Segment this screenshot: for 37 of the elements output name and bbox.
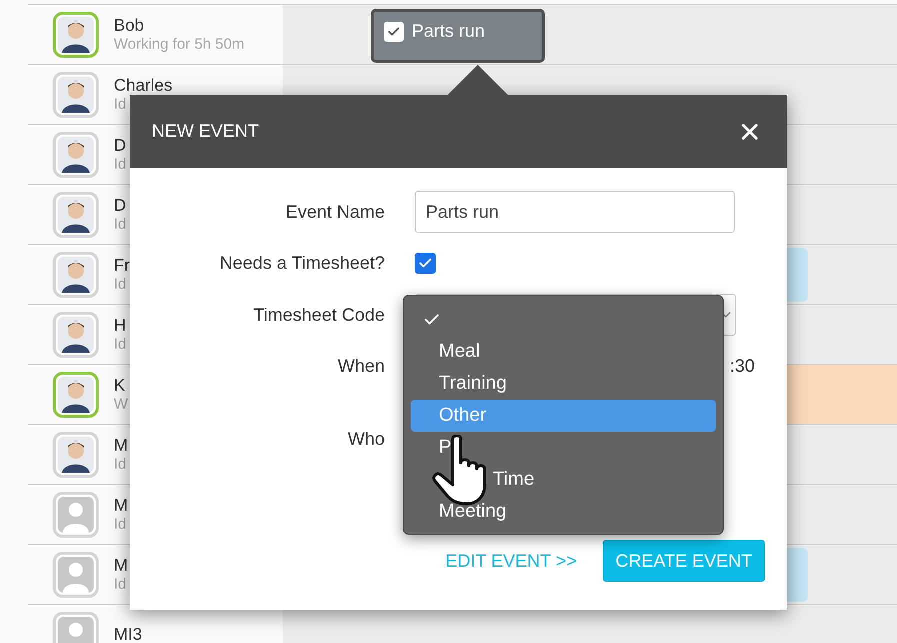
event-title: Parts run <box>412 21 486 42</box>
person-status: Id <box>114 516 128 533</box>
field-label: Needs a Timesheet? <box>218 252 385 274</box>
person-status: Id <box>114 456 128 473</box>
person-name: Bob <box>114 16 146 36</box>
field-label: Event Name <box>284 202 385 222</box>
person-name: M <box>114 496 128 516</box>
dropdown-option[interactable]: P <box>411 432 716 464</box>
person-status: Id <box>114 276 128 293</box>
person-name: D <box>114 136 127 156</box>
dropdown-option[interactable]: Meeting <box>411 496 716 528</box>
person-name: H <box>114 316 127 336</box>
field-label: Timesheet Code <box>252 304 385 326</box>
person-name: M <box>114 436 128 456</box>
person-status: Id <box>114 156 127 173</box>
dropdown-option[interactable]: Training <box>411 368 716 400</box>
person-status: Id <box>114 216 127 233</box>
person-name: Charles <box>114 76 173 96</box>
person-name: K <box>114 376 126 396</box>
person-name: Fr <box>114 256 130 276</box>
person-status: W <box>114 396 128 413</box>
person-status: Id <box>114 336 127 353</box>
dialog-title: NEW EVENT <box>152 121 260 142</box>
field-label: Who <box>346 428 385 450</box>
field-label: When <box>336 356 385 376</box>
person-name: MI3 <box>114 624 142 643</box>
person-name: M <box>114 556 128 576</box>
event-name-field[interactable]: Parts run <box>415 191 735 233</box>
person-status: Id <box>114 96 128 113</box>
dropdown-option[interactable]: Time <box>411 464 716 496</box>
person-status: Id <box>114 576 128 593</box>
dropdown-option[interactable]: Meal <box>411 336 716 368</box>
dropdown-option[interactable]: Other <box>411 400 716 432</box>
event-block[interactable]: Parts run <box>371 9 545 63</box>
time-value: :30 <box>730 356 755 376</box>
person-name: D <box>114 196 127 216</box>
person-status: Working for 5h 50m <box>114 36 245 53</box>
